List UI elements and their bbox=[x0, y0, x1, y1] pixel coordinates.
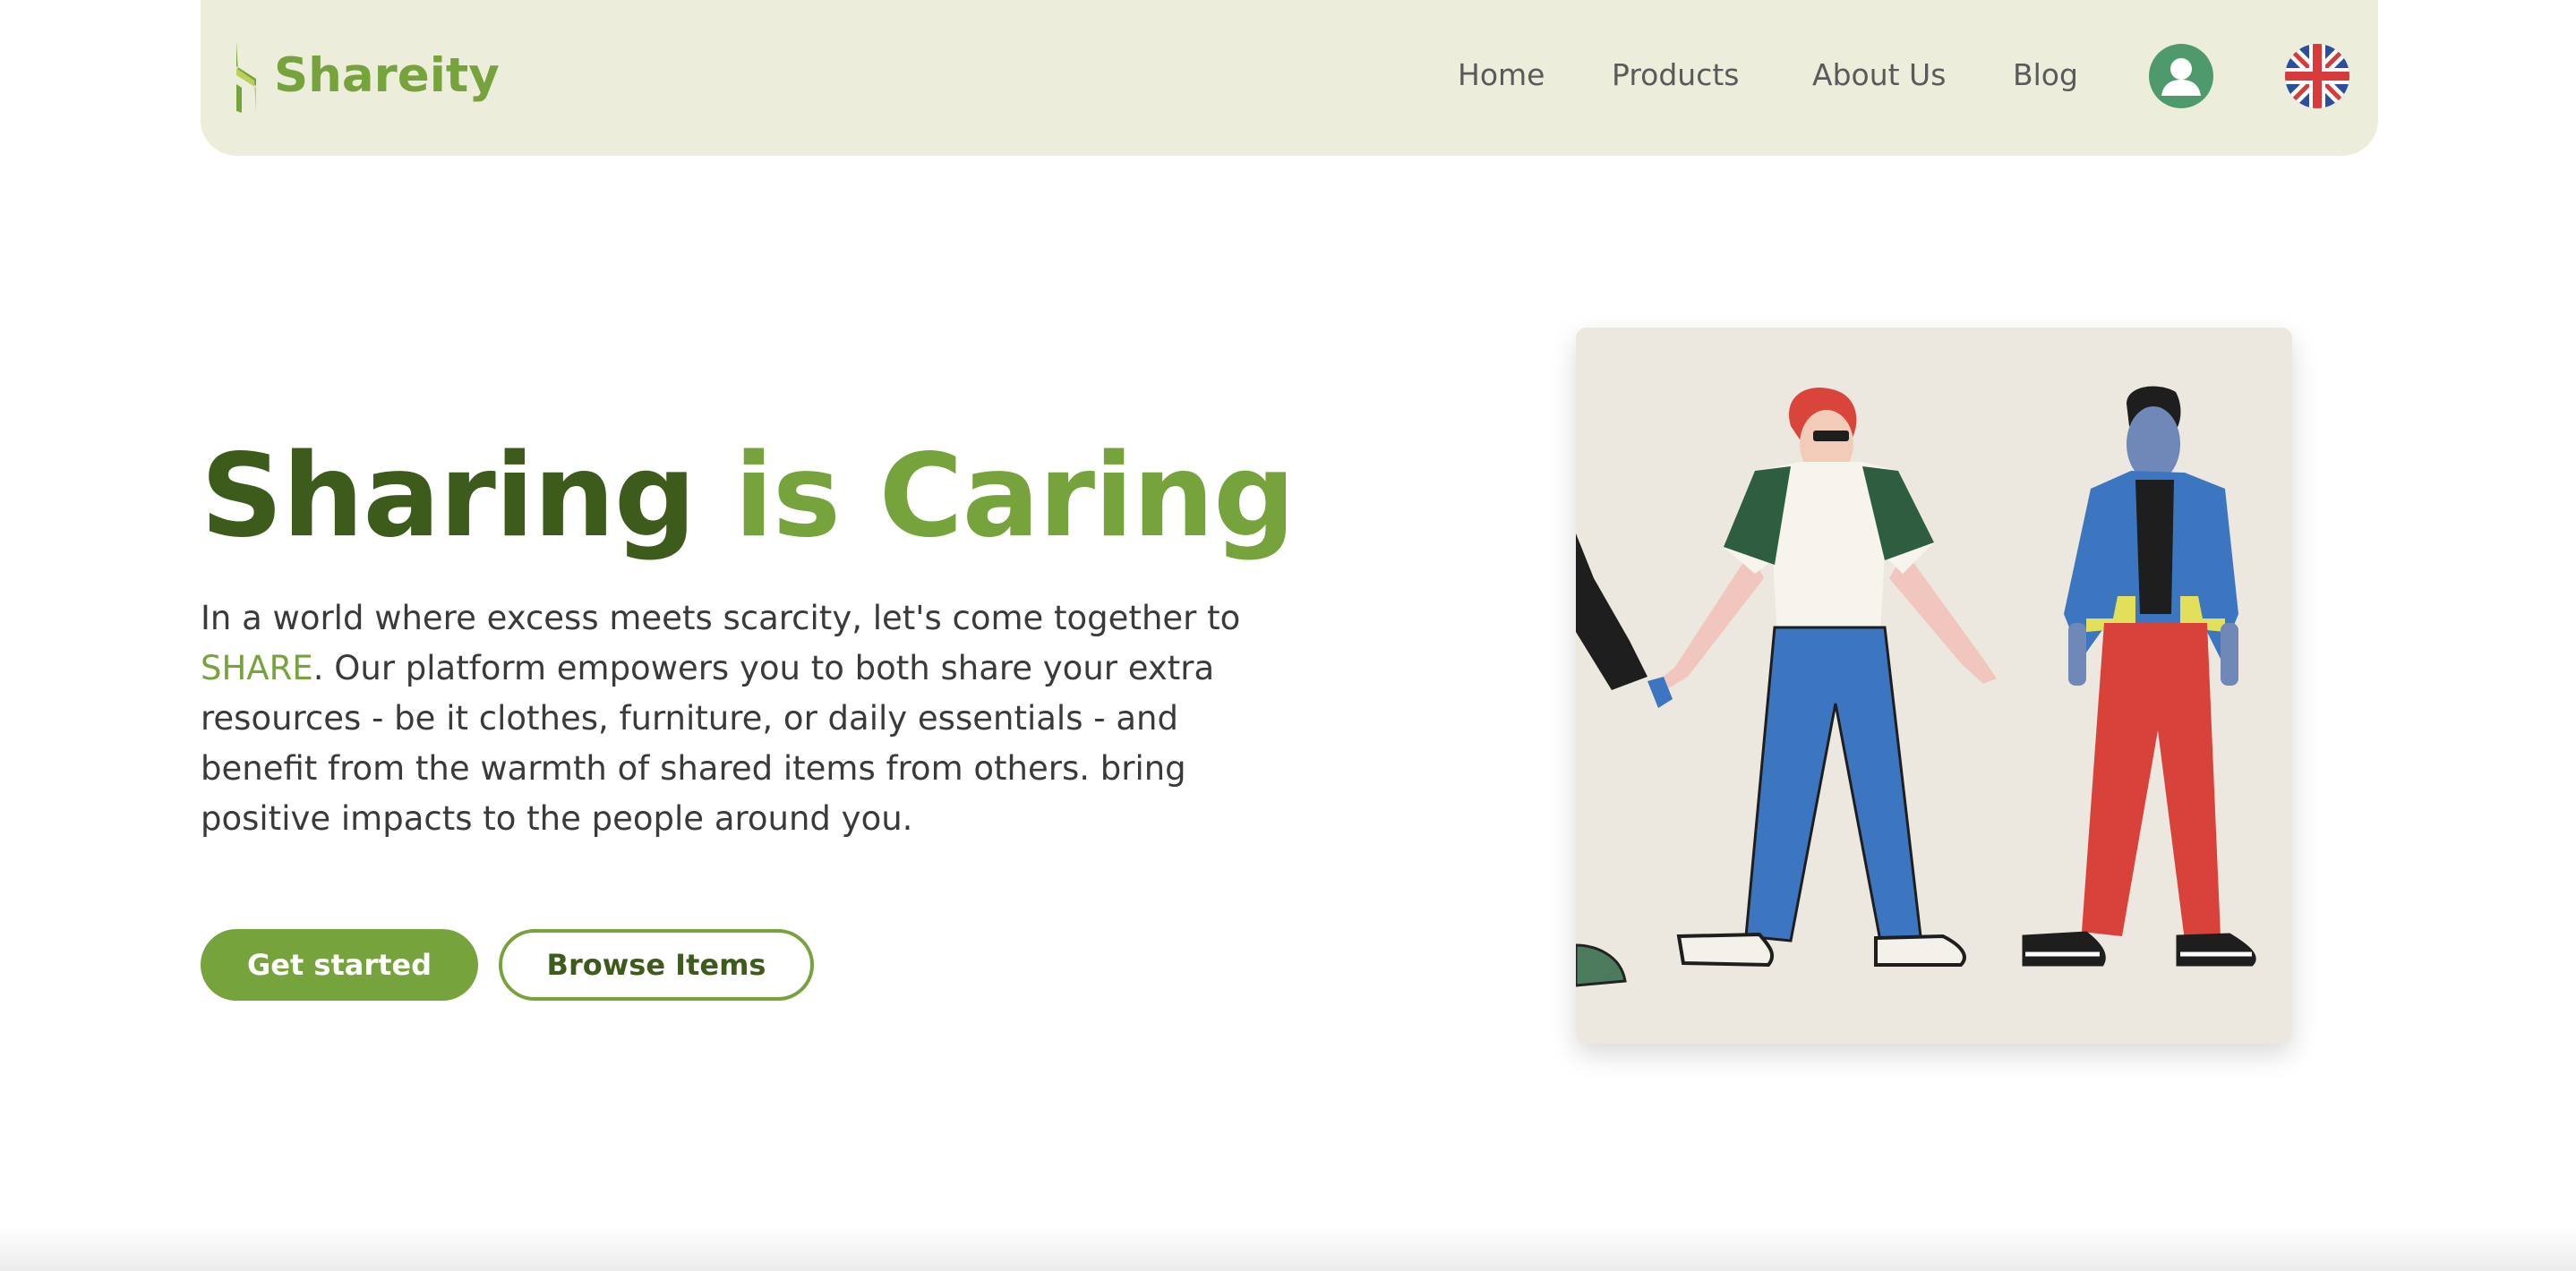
nav-about-us-link[interactable]: About Us bbox=[1812, 55, 1946, 96]
nav-blog-link[interactable]: Blog bbox=[2013, 55, 2078, 96]
description-after: . Our platform empowers you to both shar… bbox=[201, 649, 1215, 838]
brand-logo-text[interactable]: Shareity bbox=[274, 45, 500, 107]
hero-title-part2: is Caring bbox=[734, 430, 1296, 563]
description-highlight: SHARE bbox=[201, 649, 313, 687]
user-account-icon[interactable] bbox=[2149, 44, 2213, 108]
browse-items-button[interactable]: Browse Items bbox=[499, 929, 814, 1001]
hero-title-part1: Sharing bbox=[201, 430, 696, 563]
hero-description: In a world where excess meets scarcity, … bbox=[201, 593, 1302, 844]
nav-home-link[interactable]: Home bbox=[1458, 55, 1545, 96]
logo-icon bbox=[236, 41, 256, 113]
people-holding-hands-illustration bbox=[1576, 328, 2292, 1044]
description-before: In a world where excess meets scarcity, … bbox=[201, 599, 1241, 637]
get-started-button[interactable]: Get started bbox=[201, 929, 478, 1001]
page: Shareity Home Products About Us Blog Sha… bbox=[0, 0, 2576, 1271]
nav-products-link[interactable]: Products bbox=[1612, 55, 1740, 96]
hero-headline: Sharing is Caring bbox=[201, 421, 1296, 573]
section-divider-shadow bbox=[0, 1226, 2576, 1271]
uk-flag-icon[interactable] bbox=[2285, 44, 2349, 108]
top-navbar: Shareity Home Products About Us Blog bbox=[201, 0, 2378, 156]
